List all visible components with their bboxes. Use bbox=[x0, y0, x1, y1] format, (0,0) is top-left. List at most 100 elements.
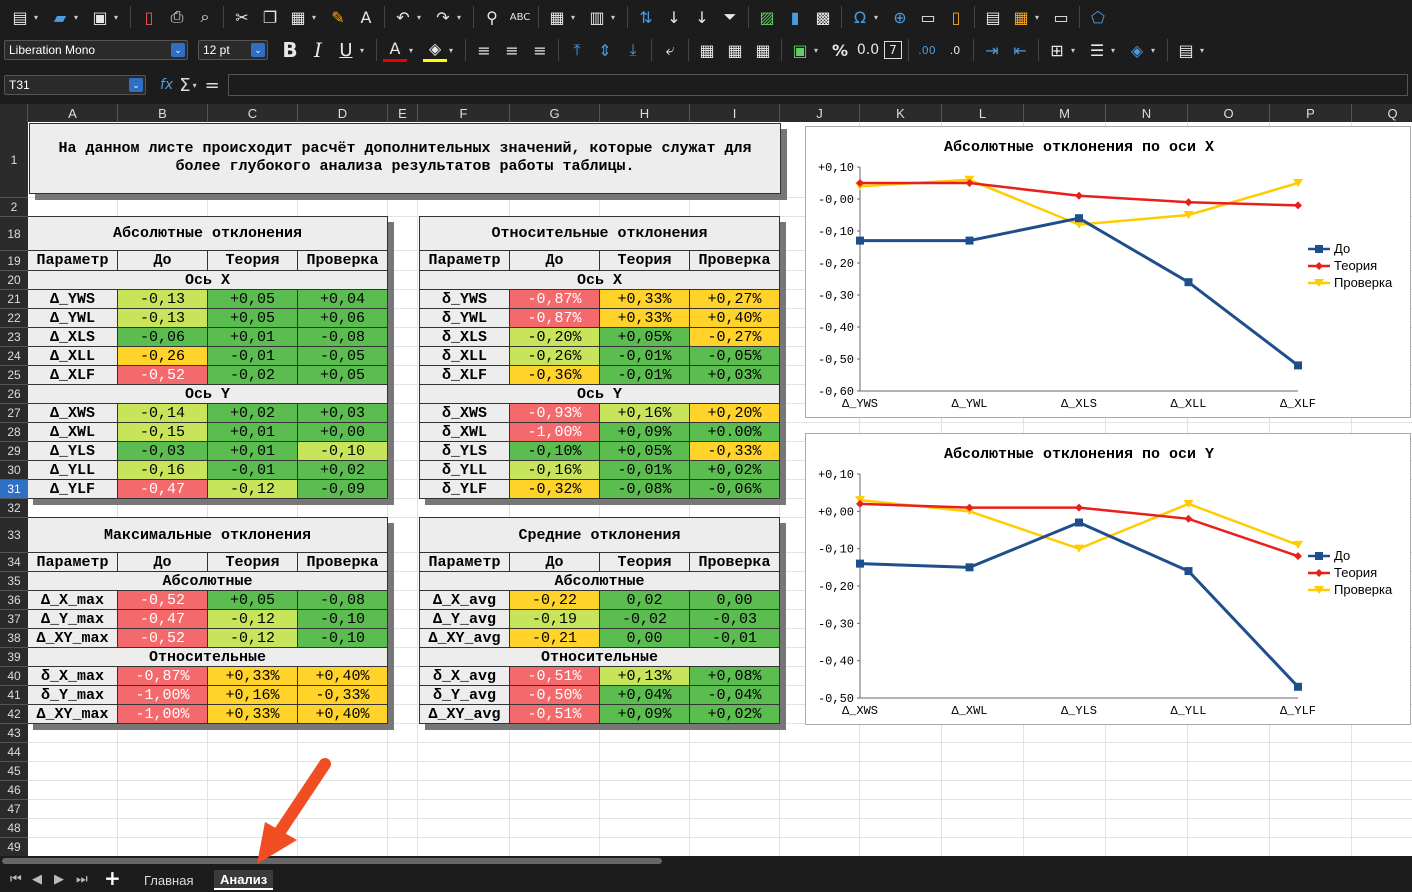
value-cell[interactable]: +0,33% bbox=[600, 309, 690, 328]
column-icon[interactable]: ▥ bbox=[585, 5, 609, 29]
value-cell[interactable]: -0,50% bbox=[510, 686, 600, 705]
insert-chart-icon[interactable]: ▮ bbox=[783, 5, 807, 29]
column-header[interactable]: P bbox=[1270, 104, 1352, 122]
value-cell[interactable]: -0,01% bbox=[600, 461, 690, 480]
row-header[interactable]: 43 bbox=[0, 724, 28, 743]
sort-descending-icon[interactable]: ↓ bbox=[690, 5, 714, 29]
paste-icon[interactable]: ▦ bbox=[286, 5, 310, 29]
param-cell[interactable]: Δ_XY_avg bbox=[420, 629, 510, 648]
value-cell[interactable]: -0,22 bbox=[510, 591, 600, 610]
merge-cells-icon[interactable]: ▦ bbox=[723, 38, 747, 62]
new-dropdown-icon[interactable]: ▾ bbox=[34, 13, 42, 22]
comment-icon[interactable]: ▭ bbox=[916, 5, 940, 29]
value-cell[interactable]: +0,06 bbox=[298, 309, 388, 328]
decrease-indent-icon[interactable]: ⇤ bbox=[1008, 38, 1032, 62]
param-cell[interactable]: δ_XLS bbox=[420, 328, 510, 347]
freeze-dropdown-icon[interactable]: ▾ bbox=[1035, 13, 1043, 22]
value-cell[interactable]: +0,09% bbox=[600, 423, 690, 442]
param-cell[interactable]: δ_XLL bbox=[420, 347, 510, 366]
column-heading[interactable]: Параметр bbox=[420, 251, 510, 271]
value-cell[interactable]: -0,36% bbox=[510, 366, 600, 385]
row-header[interactable]: 38 bbox=[0, 629, 28, 648]
row-header[interactable]: 42 bbox=[0, 705, 28, 724]
column-header[interactable]: B bbox=[118, 104, 208, 122]
value-cell[interactable]: +0.00% bbox=[690, 423, 780, 442]
open-folder-icon[interactable]: ▰ bbox=[48, 5, 72, 29]
param-cell[interactable]: Δ_Y_max bbox=[28, 610, 118, 629]
param-cell[interactable]: Δ_YLF bbox=[28, 480, 118, 499]
value-cell[interactable]: -0,12 bbox=[208, 629, 298, 648]
cut-icon[interactable]: ✂ bbox=[230, 5, 254, 29]
section-heading[interactable]: Абсолютные bbox=[28, 572, 388, 591]
number-format-icon[interactable]: 0.0 bbox=[856, 38, 880, 62]
value-cell[interactable]: -0,33% bbox=[690, 442, 780, 461]
param-cell[interactable]: δ_Y_avg bbox=[420, 686, 510, 705]
new-document-icon[interactable]: ▤ bbox=[8, 5, 32, 29]
value-cell[interactable]: +0,40% bbox=[690, 309, 780, 328]
value-cell[interactable]: -0,21 bbox=[510, 629, 600, 648]
font-color-dropdown-icon[interactable]: ▾ bbox=[409, 46, 417, 55]
value-cell[interactable]: -0,26% bbox=[510, 347, 600, 366]
border-style-icon[interactable]: ☰ bbox=[1085, 38, 1109, 62]
row-header[interactable]: 20 bbox=[0, 271, 28, 290]
conditional-format-icon[interactable]: ▤ bbox=[1174, 38, 1198, 62]
copy-icon[interactable]: ❐ bbox=[258, 5, 282, 29]
chart-abs-x[interactable]: Абсолютные отклонения по оси X +0,10 -0,00… bbox=[805, 126, 1411, 418]
horizontal-scrollbar[interactable] bbox=[0, 856, 1412, 866]
column-heading[interactable]: Параметр bbox=[28, 553, 118, 572]
value-cell[interactable]: +0,33% bbox=[600, 290, 690, 309]
value-cell[interactable]: -0,20% bbox=[510, 328, 600, 347]
value-cell[interactable]: -0,33% bbox=[298, 686, 388, 705]
value-cell[interactable]: -0,02 bbox=[208, 366, 298, 385]
column-heading[interactable]: Параметр bbox=[28, 251, 118, 271]
value-cell[interactable]: -0,10 bbox=[298, 442, 388, 461]
row-header[interactable]: 21 bbox=[0, 290, 28, 309]
param-cell[interactable]: δ_XWL bbox=[420, 423, 510, 442]
chevron-down-icon[interactable]: ⌄ bbox=[129, 78, 143, 92]
value-cell[interactable]: -0,03 bbox=[690, 610, 780, 629]
param-cell[interactable]: δ_X_max bbox=[28, 667, 118, 686]
add-sheet-icon[interactable]: + bbox=[104, 866, 121, 890]
param-cell[interactable]: Δ_XLS bbox=[28, 328, 118, 347]
param-cell[interactable]: δ_YLF bbox=[420, 480, 510, 499]
column-heading[interactable]: До bbox=[118, 553, 208, 572]
underline-dropdown-icon[interactable]: ▾ bbox=[360, 46, 368, 55]
section-heading[interactable]: Относительные bbox=[28, 648, 388, 667]
sheet-tab-analysis[interactable]: Анализ bbox=[214, 870, 274, 890]
align-center-icon[interactable]: ≡ bbox=[500, 38, 524, 62]
column-header[interactable]: E bbox=[388, 104, 418, 122]
font-color-icon[interactable]: A bbox=[383, 38, 407, 62]
row-header[interactable]: 41 bbox=[0, 686, 28, 705]
param-cell[interactable]: δ_YLL bbox=[420, 461, 510, 480]
rel-table-title[interactable]: Относительные отклонения bbox=[420, 217, 780, 251]
align-left-icon[interactable]: ≡ bbox=[472, 38, 496, 62]
column-header[interactable]: I bbox=[690, 104, 780, 122]
value-cell[interactable]: -0,01 bbox=[690, 629, 780, 648]
chevron-down-icon[interactable]: ⌄ bbox=[251, 43, 265, 57]
row-header[interactable]: 26 bbox=[0, 385, 28, 404]
undo-icon[interactable]: ↶ bbox=[391, 5, 415, 29]
section-heading[interactable]: Абсолютные bbox=[420, 572, 780, 591]
undo-dropdown-icon[interactable]: ▾ bbox=[417, 13, 425, 22]
align-top-icon[interactable]: ⤒ bbox=[565, 38, 589, 62]
row-header[interactable]: 49 bbox=[0, 838, 28, 857]
value-cell[interactable]: -0,10 bbox=[298, 610, 388, 629]
param-cell[interactable]: Δ_XLF bbox=[28, 366, 118, 385]
define-print-area-icon[interactable]: ▤ bbox=[981, 5, 1005, 29]
column-header[interactable]: A bbox=[28, 104, 118, 122]
section-heading[interactable]: Ось X bbox=[28, 271, 388, 290]
param-cell[interactable]: Δ_YLL bbox=[28, 461, 118, 480]
value-cell[interactable]: -0,08 bbox=[298, 591, 388, 610]
value-cell[interactable]: -0,52 bbox=[118, 591, 208, 610]
print-icon[interactable]: ⎙ bbox=[165, 5, 189, 29]
value-cell[interactable]: +0,08% bbox=[690, 667, 780, 686]
row-header[interactable]: 35 bbox=[0, 572, 28, 591]
param-cell[interactable]: Δ_XY_max bbox=[28, 705, 118, 724]
find-replace-icon[interactable]: ⚲ bbox=[480, 5, 504, 29]
currency-format-icon[interactable]: ▣ bbox=[788, 38, 812, 62]
font-size-box[interactable]: 12 pt ⌄ bbox=[198, 40, 268, 60]
conditional-dropdown-icon[interactable]: ▾ bbox=[1200, 46, 1208, 55]
value-cell[interactable]: +0,03 bbox=[298, 404, 388, 423]
value-cell[interactable]: +0,01 bbox=[208, 442, 298, 461]
value-cell[interactable]: -0,16 bbox=[118, 461, 208, 480]
